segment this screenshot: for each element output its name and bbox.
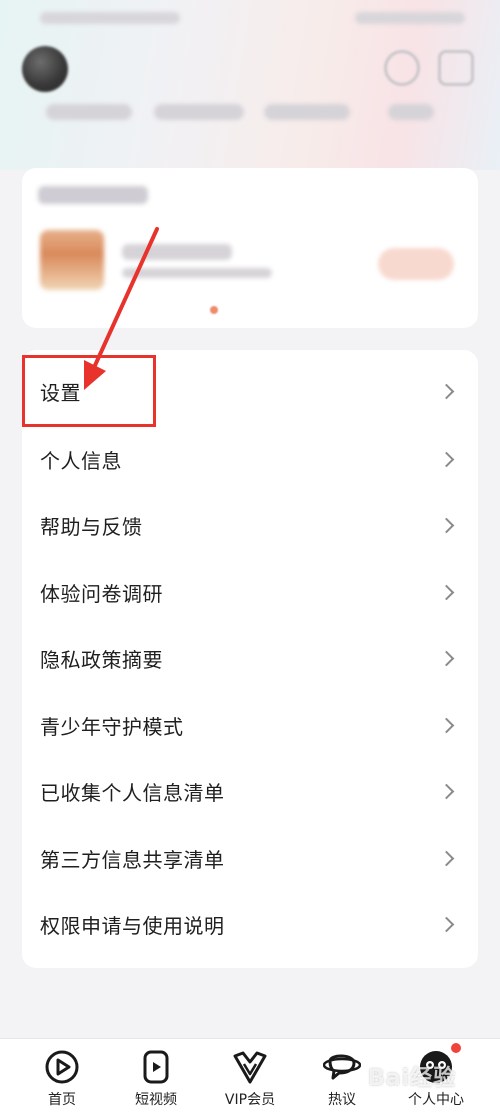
menu-item-label: 第三方信息共享清单 — [40, 847, 225, 872]
nav-vip[interactable]: VIP会员 — [200, 1049, 300, 1111]
planet-chat-icon — [323, 1054, 361, 1080]
user-avatar-icon — [420, 1051, 452, 1083]
nav-label: 热议 — [328, 1092, 356, 1108]
menu-item-label: 隐私政策摘要 — [40, 647, 163, 672]
promo-card[interactable] — [22, 168, 478, 328]
nav-short-video[interactable]: 短视频 — [106, 1049, 206, 1111]
play-circle-icon — [45, 1050, 79, 1084]
menu-item-collected-info-list[interactable]: 已收集个人信息清单 — [22, 758, 478, 824]
carousel-indicator — [210, 306, 218, 314]
menu-item-personal-info[interactable]: 个人信息 — [22, 426, 478, 492]
promo-thumbnail[interactable] — [40, 230, 104, 290]
nav-label: VIP会员 — [224, 1092, 276, 1108]
status-bar — [0, 0, 500, 36]
menu-item-youth-mode[interactable]: 青少年守护模式 — [22, 692, 478, 758]
promo-action-button[interactable] — [378, 248, 454, 280]
quick-tab-3[interactable] — [264, 104, 350, 120]
vip-crown-icon — [233, 1051, 267, 1084]
menu-item-help-feedback[interactable]: 帮助与反馈 — [22, 492, 478, 558]
chevron-right-icon — [438, 916, 455, 932]
menu-item-label: 青少年守护模式 — [40, 714, 184, 739]
menu-list: 设置 个人信息 帮助与反馈 体验问卷调研 隐私政策摘要 青少年守护模式 已收集个… — [22, 350, 478, 968]
menu-item-label: 个人信息 — [40, 448, 122, 473]
menu-item-survey[interactable]: 体验问卷调研 — [22, 559, 478, 625]
chevron-right-icon — [438, 383, 455, 399]
menu-item-privacy-summary[interactable]: 隐私政策摘要 — [22, 625, 478, 691]
menu-item-label: 帮助与反馈 — [40, 514, 143, 539]
menu-item-third-party-sharing[interactable]: 第三方信息共享清单 — [22, 825, 478, 891]
scan-icon[interactable] — [384, 50, 420, 86]
quick-tab-1[interactable] — [46, 104, 132, 120]
status-bar-icons-blurred — [355, 12, 465, 24]
quick-tab-4[interactable] — [388, 104, 434, 120]
bottom-nav: 首页 短视频 VIP会员 热议 个人中心 — [0, 1038, 500, 1112]
annotation-highlight-box — [22, 355, 156, 427]
nav-label: 短视频 — [135, 1092, 177, 1108]
message-icon[interactable] — [438, 50, 474, 86]
nav-label: 个人中心 — [408, 1092, 464, 1108]
chevron-right-icon — [438, 717, 455, 733]
chevron-right-icon — [438, 783, 455, 799]
promo-title-blurred — [38, 186, 148, 204]
promo-subtext-blurred — [122, 268, 272, 278]
notification-badge — [451, 1043, 461, 1053]
promo-text-blurred — [122, 244, 232, 260]
avatar[interactable] — [22, 46, 68, 92]
chevron-right-icon — [438, 650, 455, 666]
nav-trending[interactable]: 热议 — [292, 1049, 392, 1111]
nav-label: 首页 — [48, 1092, 76, 1108]
nav-home[interactable]: 首页 — [12, 1049, 112, 1111]
menu-item-permissions[interactable]: 权限申请与使用说明 — [22, 891, 478, 957]
chevron-right-icon — [438, 584, 455, 600]
quick-tab-2[interactable] — [154, 104, 244, 120]
nav-profile[interactable]: 个人中心 — [386, 1049, 486, 1111]
menu-item-label: 权限申请与使用说明 — [40, 913, 225, 938]
chevron-right-icon — [438, 850, 455, 866]
chevron-right-icon — [438, 517, 455, 533]
quick-tabs-row — [0, 100, 500, 124]
short-video-icon — [143, 1050, 169, 1084]
menu-item-label: 已收集个人信息清单 — [40, 780, 225, 805]
menu-item-label: 体验问卷调研 — [40, 581, 163, 606]
chevron-right-icon — [438, 451, 455, 467]
status-bar-time-blurred — [40, 12, 180, 24]
